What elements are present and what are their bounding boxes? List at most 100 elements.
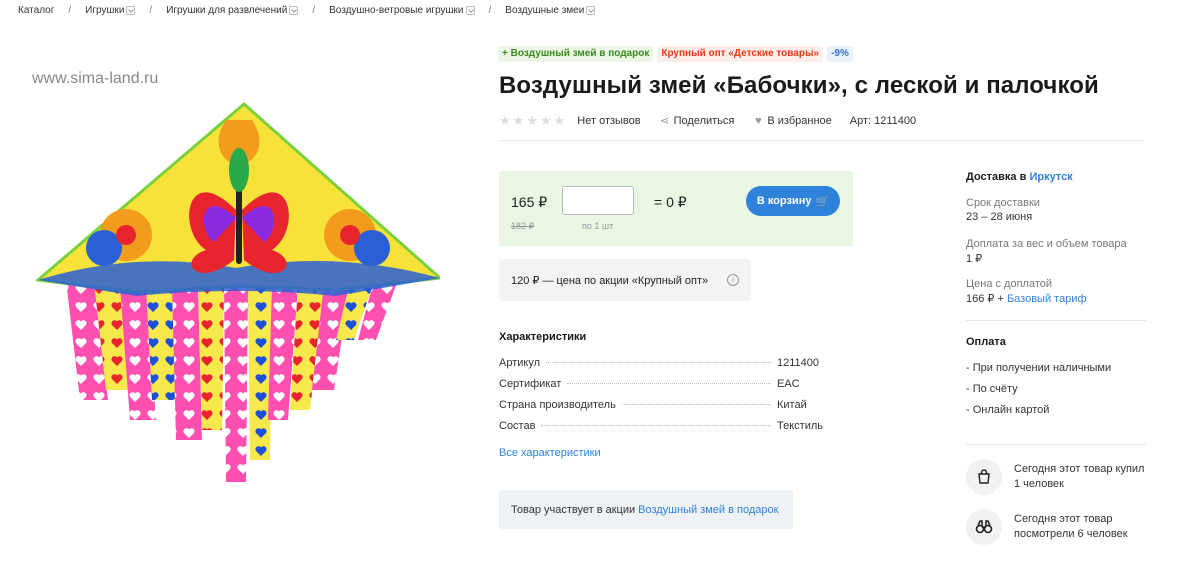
buy-box: 165 ₽ 182 ₽ по 1 шт = 0 ₽ В корзину 🛒 xyxy=(499,171,853,246)
delivery-term-label: Срок доставки xyxy=(966,197,1040,209)
char-key: Артикул xyxy=(499,357,541,369)
quantity-input[interactable] xyxy=(562,186,634,215)
char-value: Текстиль xyxy=(777,420,823,432)
purchases-text: Сегодня этот товар купил 1 человек xyxy=(1014,462,1144,492)
chevron-down-icon[interactable] xyxy=(586,6,596,15)
breadcrumb-item-toys[interactable]: Игрушки xyxy=(85,5,136,16)
payment-methods: - При получении наличными - По счёту - О… xyxy=(966,358,1146,421)
breadcrumb-label[interactable]: Игрушки для развлечений xyxy=(166,5,287,16)
breadcrumb-label[interactable]: Воздушно-ветровые игрушки xyxy=(329,5,463,16)
char-row: Страна производитель Китай xyxy=(499,399,829,411)
current-price: 165 ₽ xyxy=(511,194,548,210)
breadcrumb-separator: / xyxy=(312,5,316,16)
promo-price-box: 120 ₽ — цена по акции «Крупный опт» i xyxy=(499,259,751,301)
tariff-link[interactable]: Базовый тариф xyxy=(1007,293,1087,305)
payment-title: Оплата xyxy=(966,336,1006,348)
favorite-button[interactable]: ♥ В избранное xyxy=(752,114,832,127)
char-value: EAC xyxy=(777,378,800,390)
promo-action-text: Товар участвует в акции xyxy=(511,503,636,516)
payment-method: - Онлайн картой xyxy=(966,404,1050,416)
info-icon[interactable]: i xyxy=(727,274,739,286)
surcharge-value: 1 ₽ xyxy=(966,253,983,265)
purchases-today: Сегодня этот товар купил 1 человек xyxy=(966,459,1146,495)
breadcrumb-item-fun-toys[interactable]: Игрушки для развлечений xyxy=(166,5,299,16)
gift-badge[interactable]: + Воздушный змей в подарок xyxy=(498,46,654,62)
binoculars-icon-svg xyxy=(975,520,993,534)
char-key: Сертификат xyxy=(499,378,562,390)
product-meta: ★ ★ ★ ★ ★ Нет отзывов ⋖ Поделиться ♥ В и… xyxy=(499,114,934,127)
breadcrumb-label[interactable]: Каталог xyxy=(18,5,54,16)
promo-action-link[interactable]: Воздушный змей в подарок xyxy=(638,504,778,516)
watermark: www.sima-land.ru xyxy=(32,70,159,87)
star-icon: ★ xyxy=(526,113,538,128)
promo-action-box: Товар участвует в акции Воздушный змей в… xyxy=(499,490,793,529)
characteristics-title: Характеристики xyxy=(499,331,587,343)
breadcrumb-separator: / xyxy=(68,5,72,16)
breadcrumb-separator: / xyxy=(149,5,153,16)
kite-tails xyxy=(66,280,398,482)
reviews-link[interactable]: Нет отзывов xyxy=(577,115,640,127)
breadcrumb-item-kites[interactable]: Воздушные змеи xyxy=(505,5,596,16)
wholesale-badge[interactable]: Крупный опт «Детские товары» xyxy=(657,46,824,62)
share-button[interactable]: ⋖ Поделиться xyxy=(659,114,735,127)
breadcrumb-label[interactable]: Воздушные змеи xyxy=(505,5,584,16)
rating-stars[interactable]: ★ ★ ★ ★ ★ xyxy=(499,114,565,127)
cart-button-label: В корзину xyxy=(756,195,812,207)
star-icon: ★ xyxy=(539,113,552,128)
total-with-surcharge-value: 166 ₽ + xyxy=(966,293,1004,305)
views-text: Сегодня этот товар посмотрели 6 человек xyxy=(1014,512,1128,542)
share-label: Поделиться xyxy=(673,114,735,127)
breadcrumb-separator: / xyxy=(488,5,492,16)
breadcrumb-item-catalog[interactable]: Каталог xyxy=(18,5,54,16)
chevron-down-icon[interactable] xyxy=(126,6,136,15)
delivery-term-value: 23 – 28 июня xyxy=(966,211,1033,223)
char-row: Сертификат EAC xyxy=(499,378,829,390)
delivery-title: Доставка в Иркутск xyxy=(966,171,1146,183)
views-line-1: Сегодня этот товар xyxy=(1014,513,1113,525)
add-to-cart-button[interactable]: В корзину 🛒 xyxy=(746,186,840,216)
chevron-down-icon[interactable] xyxy=(289,6,299,15)
views-line-2: посмотрели 6 человек xyxy=(1014,528,1128,540)
share-icon: ⋖ xyxy=(660,114,670,127)
dotted-leader xyxy=(541,425,771,426)
quantity-hint: по 1 шт xyxy=(582,221,614,231)
all-characteristics-link[interactable]: Все характеристики xyxy=(499,447,601,459)
heart-icon: ♥ xyxy=(755,114,762,127)
dotted-leader xyxy=(546,362,771,363)
payment-method: - При получении наличными xyxy=(966,362,1112,374)
char-value: 1211400 xyxy=(777,357,820,369)
breadcrumb: Каталог / Игрушки / Игрушки для развлече… xyxy=(18,5,596,16)
surcharge-label: Доплата за вес и объем товара xyxy=(966,238,1127,250)
shopping-bag-icon xyxy=(966,459,1002,495)
cart-icon: 🛒 xyxy=(815,195,830,208)
dotted-leader xyxy=(621,404,771,405)
product-title: Воздушный змей «Бабочки», с леской и пал… xyxy=(499,72,1099,99)
article-number: Арт: 1211400 xyxy=(849,114,917,127)
shopping-bag-icon-svg xyxy=(978,469,990,484)
purchases-line-1: Сегодня этот товар купил xyxy=(1014,463,1145,475)
char-row: Состав Текстиль xyxy=(499,420,829,432)
char-row: Артикул 1211400 xyxy=(499,357,829,369)
favorite-label: В избранное xyxy=(767,114,832,127)
purchases-line-2: 1 человек xyxy=(1014,478,1064,490)
product-image[interactable] xyxy=(36,100,440,482)
views-today: Сегодня этот товар посмотрели 6 человек xyxy=(966,509,1146,545)
breadcrumb-label[interactable]: Игрушки xyxy=(85,5,124,16)
divider xyxy=(966,444,1146,445)
badges: + Воздушный змей в подарок Крупный опт «… xyxy=(498,46,853,62)
total-price: = 0 ₽ xyxy=(654,194,687,210)
payment-method: - По счёту xyxy=(966,383,1018,395)
star-icon: ★ xyxy=(512,113,525,128)
dotted-leader xyxy=(567,383,771,384)
breadcrumb-item-wind-toys[interactable]: Воздушно-ветровые игрушки xyxy=(329,5,475,16)
binoculars-icon xyxy=(966,509,1002,545)
divider xyxy=(966,320,1146,321)
delivery-city-link[interactable]: Иркутск xyxy=(1029,171,1072,183)
chevron-down-icon[interactable] xyxy=(465,6,475,15)
discount-badge: -9% xyxy=(827,46,853,62)
delivery-title-prefix: Доставка в xyxy=(966,171,1027,183)
star-icon: ★ xyxy=(499,113,511,128)
total-with-surcharge-label: Цена с доплатой xyxy=(966,278,1053,290)
char-value: Китай xyxy=(777,399,807,411)
char-key: Страна производитель xyxy=(499,399,616,411)
